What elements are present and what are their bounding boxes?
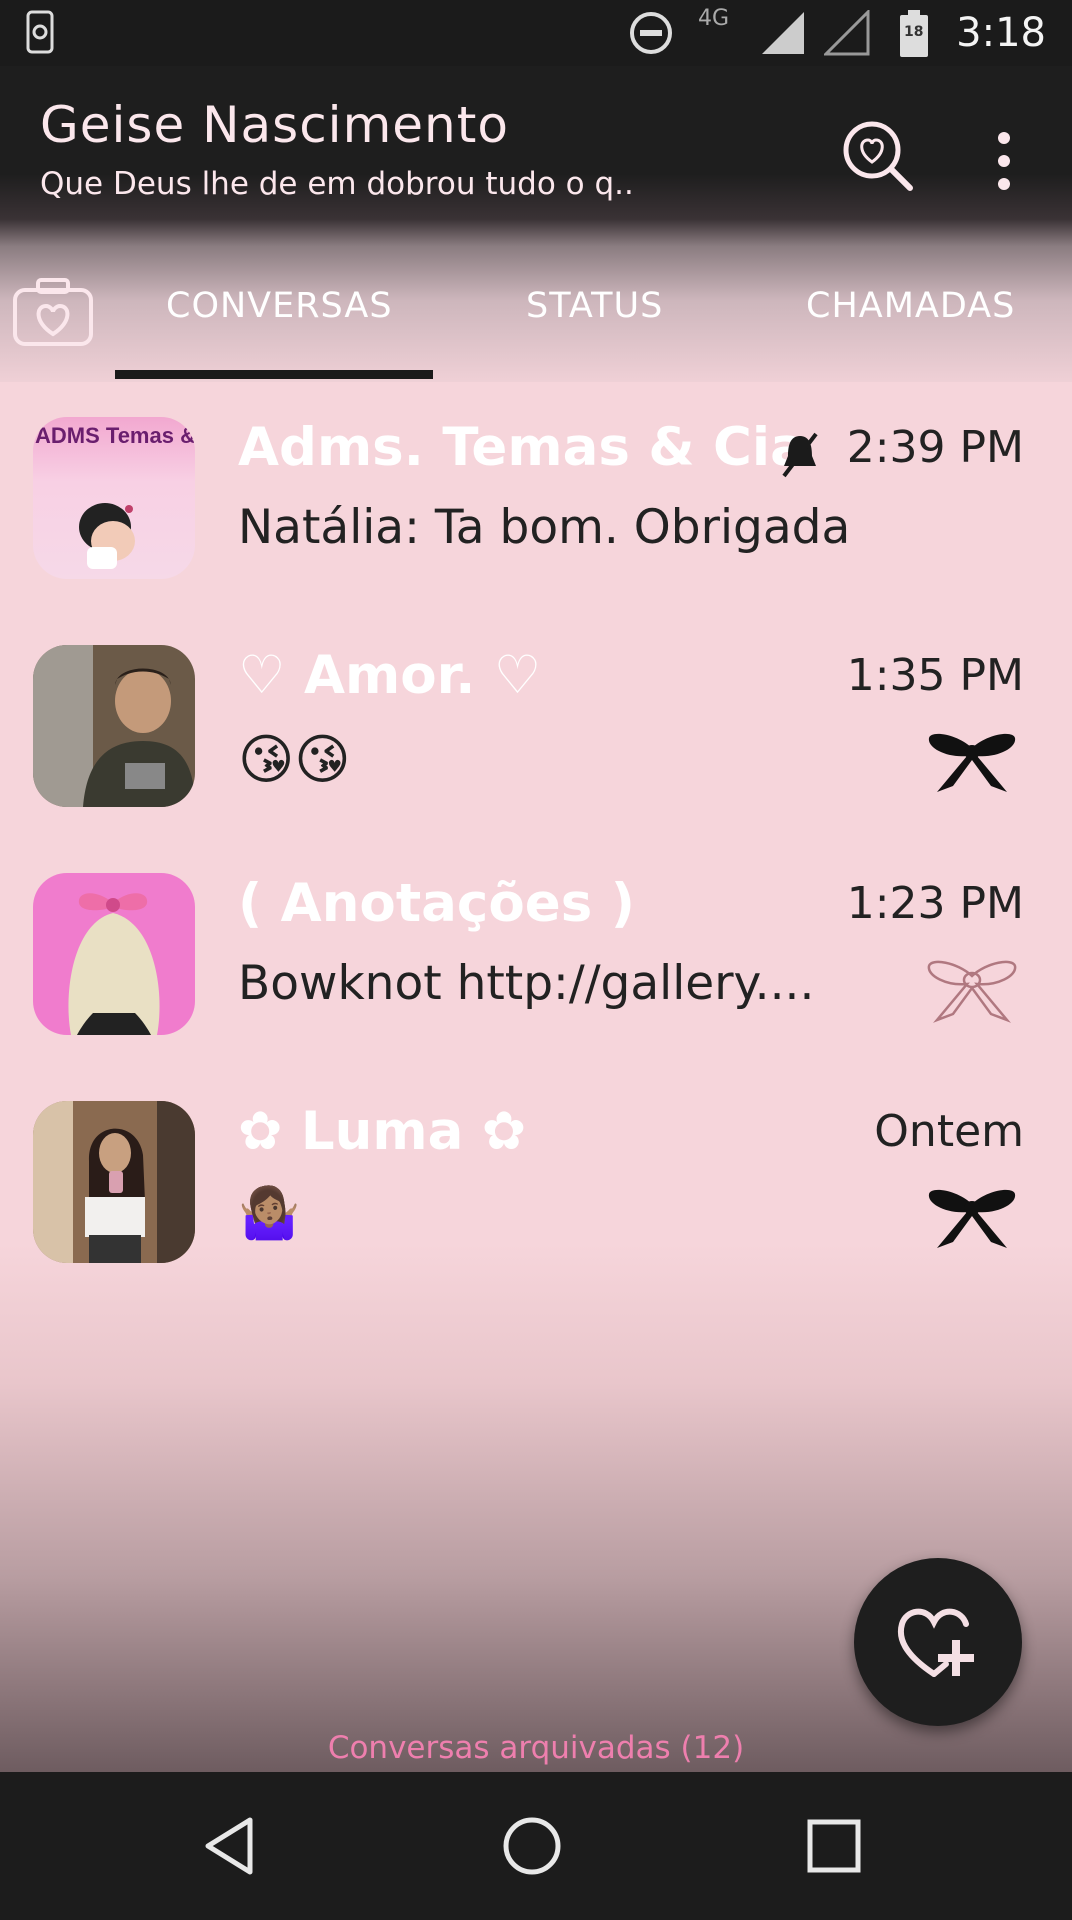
chat-name: Adms. Temas & Cia xyxy=(238,417,806,478)
chat-name: ♡ Amor. ♡ xyxy=(238,645,542,706)
battery-level: 18 xyxy=(904,24,924,40)
app-header: Geise Nascimento Que Deus lhe de em dobr… xyxy=(0,66,1072,246)
tab-chamadas[interactable]: CHAMADAS xyxy=(806,286,1015,326)
avatar-image xyxy=(33,1101,195,1263)
chat-name: ( Anotações ) xyxy=(238,873,635,934)
profile-status: Que Deus lhe de em dobrou tudo o q.. xyxy=(40,166,634,202)
do-not-disturb-icon xyxy=(630,12,672,54)
heart-plus-icon xyxy=(897,1608,974,1677)
bow-icon xyxy=(928,1189,1016,1248)
home-icon[interactable] xyxy=(500,1814,564,1878)
chat-time: 1:35 PM xyxy=(846,650,1024,701)
recents-icon[interactable] xyxy=(806,1814,862,1878)
new-chat-button[interactable] xyxy=(854,1558,1022,1726)
signal-empty-icon xyxy=(824,10,870,56)
bow-outline-icon xyxy=(927,960,1017,1023)
network-type-label: 4G xyxy=(698,6,730,31)
avatar-image xyxy=(33,645,195,807)
back-icon[interactable] xyxy=(200,1814,260,1878)
chat-last-message: 🤷🏽‍♀️ xyxy=(238,1184,301,1242)
navigation-bar xyxy=(0,1772,1072,1920)
tab-status[interactable]: STATUS xyxy=(526,286,663,326)
chat-row-amor[interactable]: ♡ Amor. ♡ 1:35 PM 😘😘 xyxy=(0,610,1072,838)
status-bar: 4G 18 3:18 xyxy=(0,0,1072,66)
phone-sync-icon xyxy=(26,10,54,54)
muted-icon xyxy=(782,432,818,478)
chat-time: 2:39 PM xyxy=(846,422,1024,473)
avatar[interactable] xyxy=(33,873,195,1035)
signal-icon xyxy=(762,12,804,54)
archived-chats-link[interactable]: Conversas arquivadas (12) xyxy=(0,1730,1072,1766)
chat-row-anotacoes[interactable]: ( Anotações ) 1:23 PM Bowknot http://gal… xyxy=(0,838,1072,1066)
avatar[interactable] xyxy=(33,1101,195,1263)
tab-bar: CONVERSAS STATUS CHAMADAS xyxy=(0,246,1072,382)
avatar-text: ADMS Temas & Cia xyxy=(35,423,195,448)
camera-icon[interactable] xyxy=(12,276,94,348)
avatar[interactable]: ADMS Temas & Cia xyxy=(33,417,195,579)
chat-name: ✿ Luma ✿ xyxy=(238,1101,527,1162)
selected-tab-indicator xyxy=(115,370,433,379)
overflow-menu-icon[interactable] xyxy=(984,126,1024,196)
chat-row-luma[interactable]: ✿ Luma ✿ Ontem 🤷🏽‍♀️ xyxy=(0,1066,1072,1294)
avatar-image xyxy=(68,893,160,1035)
chat-last-message: 😘😘 xyxy=(238,728,351,791)
avatar[interactable] xyxy=(33,645,195,807)
bow-icon xyxy=(928,733,1016,792)
search-icon[interactable] xyxy=(838,116,918,196)
chat-row-adms-temas[interactable]: ADMS Temas & Cia Adms. Temas & Cia 2:39 … xyxy=(0,382,1072,610)
chat-last-message: Natália: Ta bom. Obrigada xyxy=(238,500,851,555)
profile-name[interactable]: Geise Nascimento xyxy=(40,96,509,154)
chat-last-message: Bowknot http://gallery.... xyxy=(238,956,815,1011)
clock: 3:18 xyxy=(956,10,1046,56)
chat-time: 1:23 PM xyxy=(846,878,1024,929)
tab-conversas[interactable]: CONVERSAS xyxy=(166,286,393,326)
chat-time: Ontem xyxy=(874,1106,1024,1157)
